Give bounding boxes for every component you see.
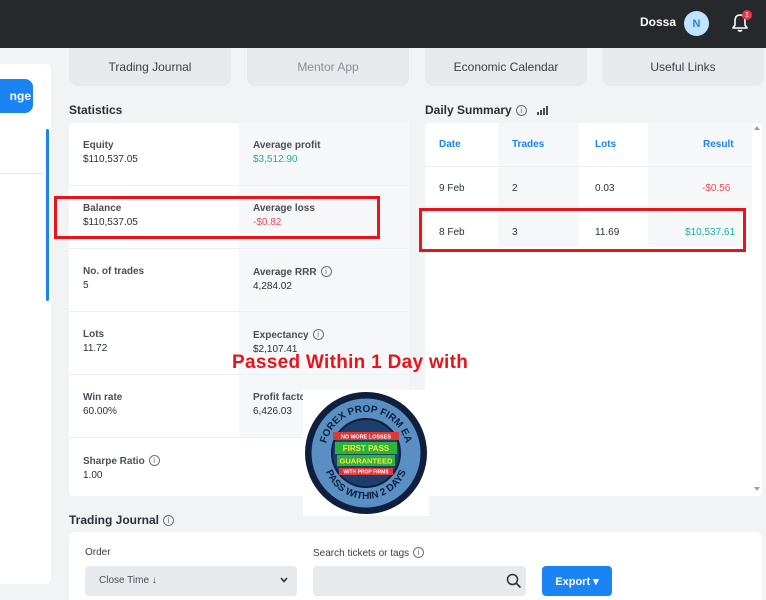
- stat-label: Lots: [83, 329, 105, 340]
- stat-value: 4,284.02: [253, 281, 292, 292]
- daily-summary-title-text: Daily Summary: [425, 103, 512, 117]
- daily-summary-title: Daily Summary i: [425, 103, 549, 117]
- notification-badge: 1: [742, 10, 752, 20]
- stat-label-text: Sharpe Ratio: [83, 456, 145, 467]
- stat-no-of-trades: No. of trades 5: [69, 249, 239, 311]
- cell-date: 9 Feb: [439, 183, 465, 194]
- order-select[interactable]: Close Time ↓: [85, 566, 297, 596]
- badge-line-2: FIRST PASS: [343, 444, 390, 453]
- stat-label: Average RRR i: [253, 266, 409, 278]
- stat-average-rrr: Average RRR i 4,284.02: [239, 249, 409, 311]
- stat-sharpe-ratio: Sharpe Ratio i 1.00: [69, 438, 239, 500]
- left-panel: [0, 64, 51, 584]
- stat-label-text: Average RRR: [253, 267, 317, 278]
- stat-value: 5: [83, 280, 89, 291]
- stat-value: 60.00%: [83, 406, 117, 417]
- trading-journal-title-text: Trading Journal: [69, 513, 160, 527]
- stat-win-rate: Win rate 60.00%: [69, 375, 239, 437]
- promo-badge: FOREX PROP FIRM EA PASS WITHIN 2 DAYS NO…: [303, 390, 429, 516]
- stat-label: No. of trades: [83, 266, 145, 277]
- search-icon[interactable]: [506, 573, 522, 589]
- tab-economic-calendar[interactable]: Economic Calendar: [425, 48, 587, 86]
- column-header-lots[interactable]: Lots: [595, 139, 616, 150]
- avatar[interactable]: N: [684, 11, 709, 36]
- order-label: Order: [85, 547, 111, 558]
- search-input[interactable]: [313, 566, 526, 596]
- tab-useful-links[interactable]: Useful Links: [602, 48, 764, 86]
- badge-emblem: FOREX PROP FIRM EA PASS WITHIN 2 DAYS NO…: [305, 392, 427, 514]
- badge-line-3: GUARANTEED: [340, 457, 394, 466]
- bar-chart-icon[interactable]: [536, 105, 549, 115]
- divider: [425, 206, 752, 207]
- column-header-result[interactable]: Result: [703, 139, 734, 150]
- export-button[interactable]: Export ▾: [542, 566, 612, 596]
- search-label-text: Search tickets or tags: [313, 548, 410, 559]
- stat-label: Equity: [83, 140, 114, 151]
- trading-journal-title: Trading Journal i: [69, 513, 175, 527]
- badge-line-1: NO MORE LOSSES: [341, 435, 391, 441]
- tab-mentor-app[interactable]: Mentor App: [247, 48, 409, 86]
- column-header-date[interactable]: Date: [439, 139, 461, 150]
- stat-label-text: Expectancy: [253, 330, 309, 341]
- stat-value: 11.72: [83, 343, 108, 354]
- info-icon[interactable]: i: [148, 455, 160, 466]
- stat-value: 1.00: [83, 470, 103, 481]
- statistics-title: Statistics: [69, 103, 123, 117]
- left-action-button[interactable]: nge: [0, 79, 33, 113]
- stat-lots: Lots 11.72: [69, 312, 239, 374]
- info-icon[interactable]: i: [312, 329, 324, 340]
- stat-value: $110,537.05: [83, 154, 138, 165]
- info-icon[interactable]: i: [320, 266, 332, 277]
- highlight-box: [419, 208, 746, 252]
- tab-trading-journal[interactable]: Trading Journal: [69, 48, 231, 86]
- cell-trades: 2: [512, 183, 518, 194]
- info-icon[interactable]: i: [413, 547, 425, 558]
- stat-average-profit: Average profit $3,512.90: [239, 123, 409, 185]
- chevron-down-icon: [280, 577, 288, 583]
- cell-lots: 0.03: [595, 183, 615, 194]
- info-icon[interactable]: i: [515, 105, 527, 116]
- stat-label: Win rate: [83, 392, 123, 403]
- daily-summary-card: Date Trades Lots Result 9 Feb 2 0.03 -$0…: [425, 123, 762, 496]
- search-label: Search tickets or tags i: [313, 547, 425, 559]
- divider: [425, 166, 752, 167]
- left-divider: [0, 173, 43, 174]
- stat-label: Average profit: [253, 140, 321, 151]
- daily-scrollbar[interactable]: [752, 125, 762, 495]
- stat-equity: Equity $110,537.05: [69, 123, 239, 185]
- badge-line-4: WITH PROP FIRMS: [343, 470, 389, 476]
- info-icon[interactable]: i: [163, 515, 175, 526]
- stat-label: Sharpe Ratio i: [83, 455, 239, 467]
- stat-value: $3,512.90: [253, 154, 298, 165]
- promo-headline: Passed Within 1 Day with: [232, 352, 469, 373]
- user-name[interactable]: Dossa: [640, 15, 676, 29]
- highlight-box: [54, 196, 380, 239]
- left-scrollbar[interactable]: [46, 129, 49, 301]
- cell-result: -$0.56: [702, 183, 731, 194]
- column-header-trades[interactable]: Trades: [512, 139, 544, 150]
- stat-label: Expectancy i: [253, 329, 409, 341]
